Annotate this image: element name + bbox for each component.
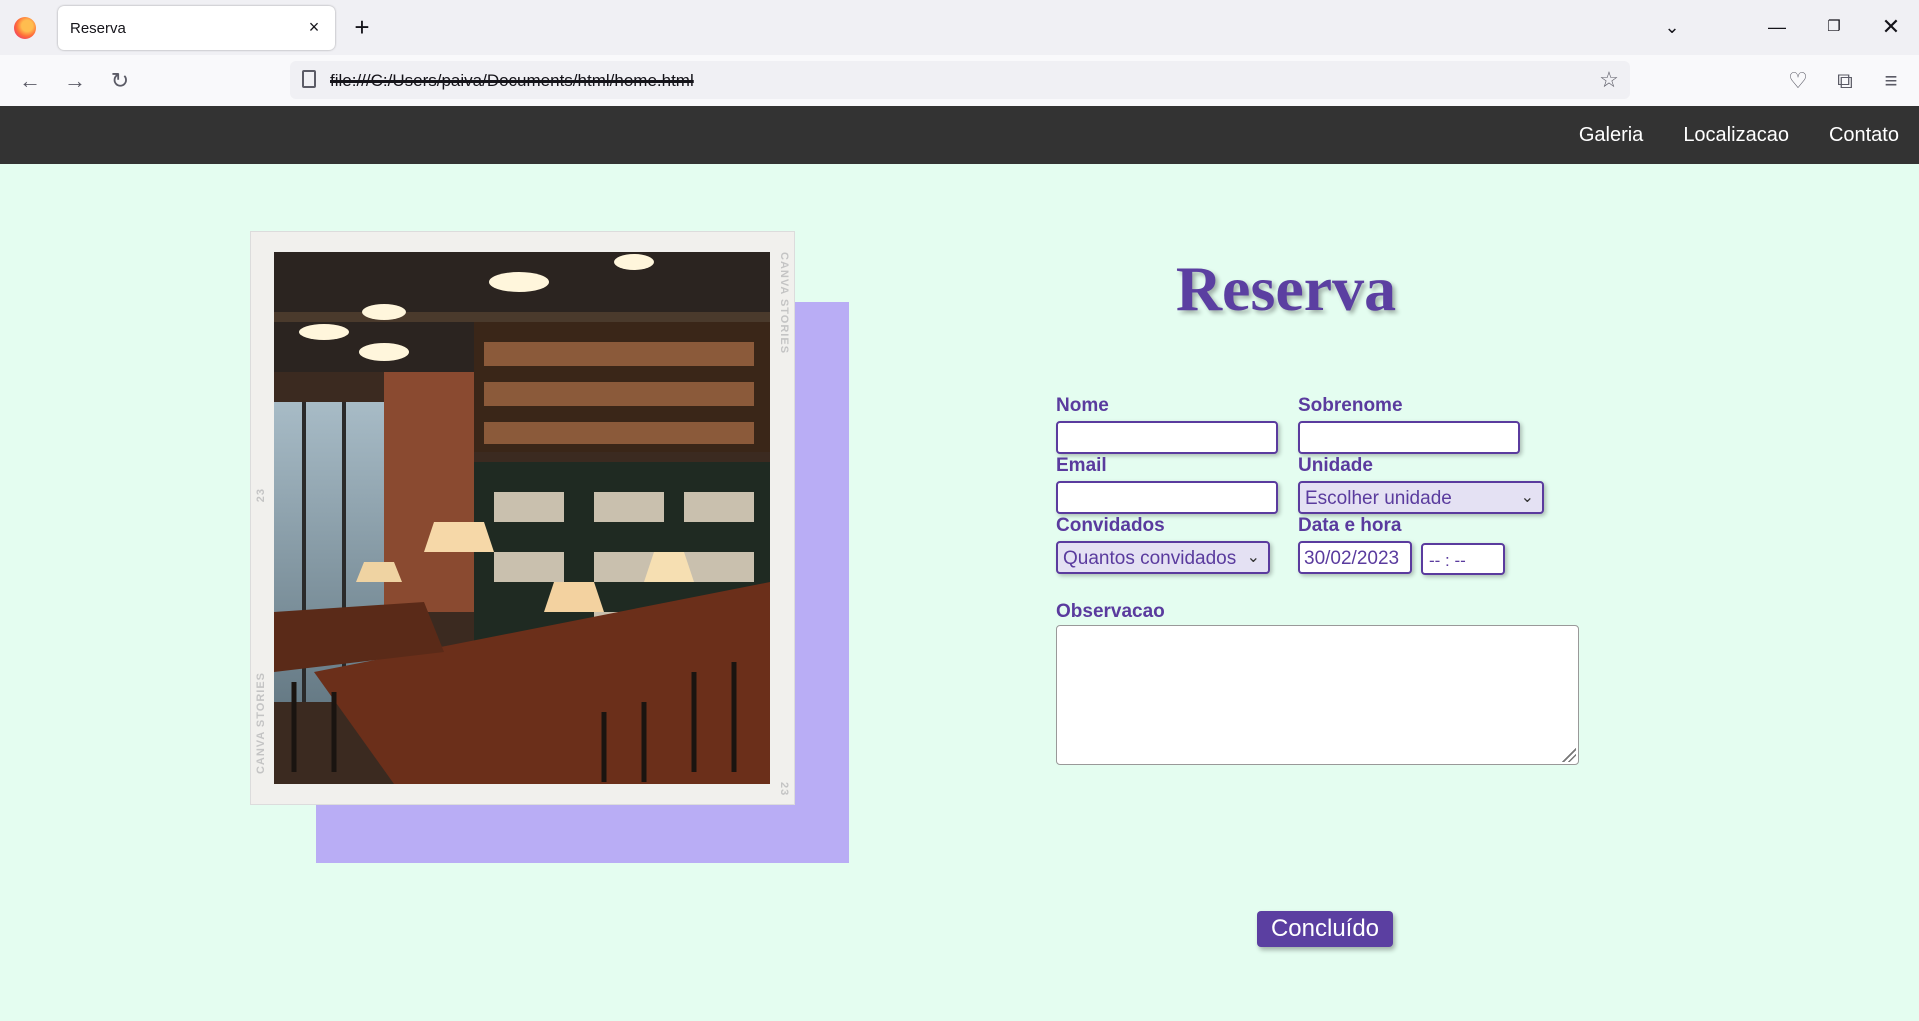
- url-bar[interactable]: file:///C:/Users/paiva/Documents/html/ho…: [290, 61, 1630, 99]
- frame-text-top: CANVA STORIES: [778, 252, 790, 355]
- pocket-icon[interactable]: ♡: [1783, 66, 1813, 96]
- email-input[interactable]: [1056, 481, 1278, 514]
- date-input[interactable]: 30/02/2023: [1298, 541, 1412, 574]
- observacao-label: Observacao: [1056, 601, 1165, 622]
- close-window-icon[interactable]: ✕: [1876, 12, 1906, 42]
- browser-tabstrip: Reserva × + ⌄ — ❐ ✕: [0, 0, 1919, 55]
- page-icon: [302, 70, 316, 88]
- new-tab-button[interactable]: +: [350, 13, 374, 41]
- restore-icon[interactable]: ❐: [1819, 12, 1849, 42]
- forward-icon[interactable]: →: [60, 66, 90, 96]
- form-title: Reserva: [1175, 253, 1397, 324]
- frame-number-right: 23: [778, 781, 790, 796]
- time-input[interactable]: -- : --: [1421, 543, 1505, 575]
- extensions-icon[interactable]: ⧉: [1830, 66, 1860, 96]
- observacao-textarea[interactable]: [1056, 625, 1579, 765]
- reload-icon[interactable]: ↻: [105, 66, 135, 96]
- resize-handle-icon[interactable]: [1562, 748, 1576, 762]
- unidade-label: Unidade: [1298, 455, 1373, 476]
- bookmark-star-icon[interactable]: ☆: [1594, 65, 1624, 95]
- unidade-select[interactable]: Escolher unidade ⌄: [1298, 481, 1544, 514]
- sobrenome-label: Sobrenome: [1298, 395, 1403, 416]
- back-icon[interactable]: ←: [15, 66, 45, 96]
- nome-label: Nome: [1056, 395, 1109, 416]
- cafe-library-illustration: [274, 252, 770, 784]
- frame-text-bottom: CANVA STORIES: [255, 671, 267, 774]
- minimize-icon[interactable]: —: [1762, 12, 1792, 42]
- convidados-select[interactable]: Quantos convidados ⌄: [1056, 541, 1270, 574]
- browser-tab[interactable]: Reserva ×: [58, 6, 335, 50]
- data-hora-label: Data e hora: [1298, 515, 1402, 536]
- chevron-down-icon: ⌄: [1520, 489, 1534, 506]
- url-text[interactable]: file:///C:/Users/paiva/Documents/html/ho…: [330, 71, 694, 91]
- sobrenome-input[interactable]: [1298, 421, 1520, 454]
- date-input-value: 30/02/2023: [1304, 548, 1400, 569]
- list-tabs-icon[interactable]: ⌄: [1657, 12, 1687, 42]
- convidados-label: Convidados: [1056, 515, 1165, 536]
- nav-link-localizacao[interactable]: Localizacao: [1683, 124, 1789, 147]
- convidados-select-value: Quantos convidados: [1063, 548, 1237, 569]
- menu-icon[interactable]: ≡: [1876, 66, 1906, 96]
- email-label: Email: [1056, 455, 1107, 476]
- cafe-library-photo: [274, 252, 770, 784]
- tab-title: Reserva: [70, 20, 126, 37]
- chevron-down-icon: ⌄: [1246, 549, 1260, 566]
- nome-input[interactable]: [1056, 421, 1278, 454]
- concluido-button[interactable]: Concluído: [1257, 911, 1393, 947]
- site-nav: Galeria Localizacao Contato: [1579, 106, 1899, 164]
- nav-link-galeria[interactable]: Galeria: [1579, 124, 1643, 147]
- frame-number-left: 23: [255, 488, 267, 503]
- time-input-value: -- : --: [1429, 551, 1466, 570]
- unidade-select-value: Escolher unidade: [1305, 488, 1452, 509]
- firefox-icon: [14, 17, 36, 39]
- close-tab-icon[interactable]: ×: [303, 16, 325, 38]
- photo-frame: CANVA STORIES CANVA STORIES 23 23: [250, 231, 795, 805]
- site-header: Galeria Localizacao Contato: [0, 106, 1919, 164]
- nav-link-contato[interactable]: Contato: [1829, 124, 1899, 147]
